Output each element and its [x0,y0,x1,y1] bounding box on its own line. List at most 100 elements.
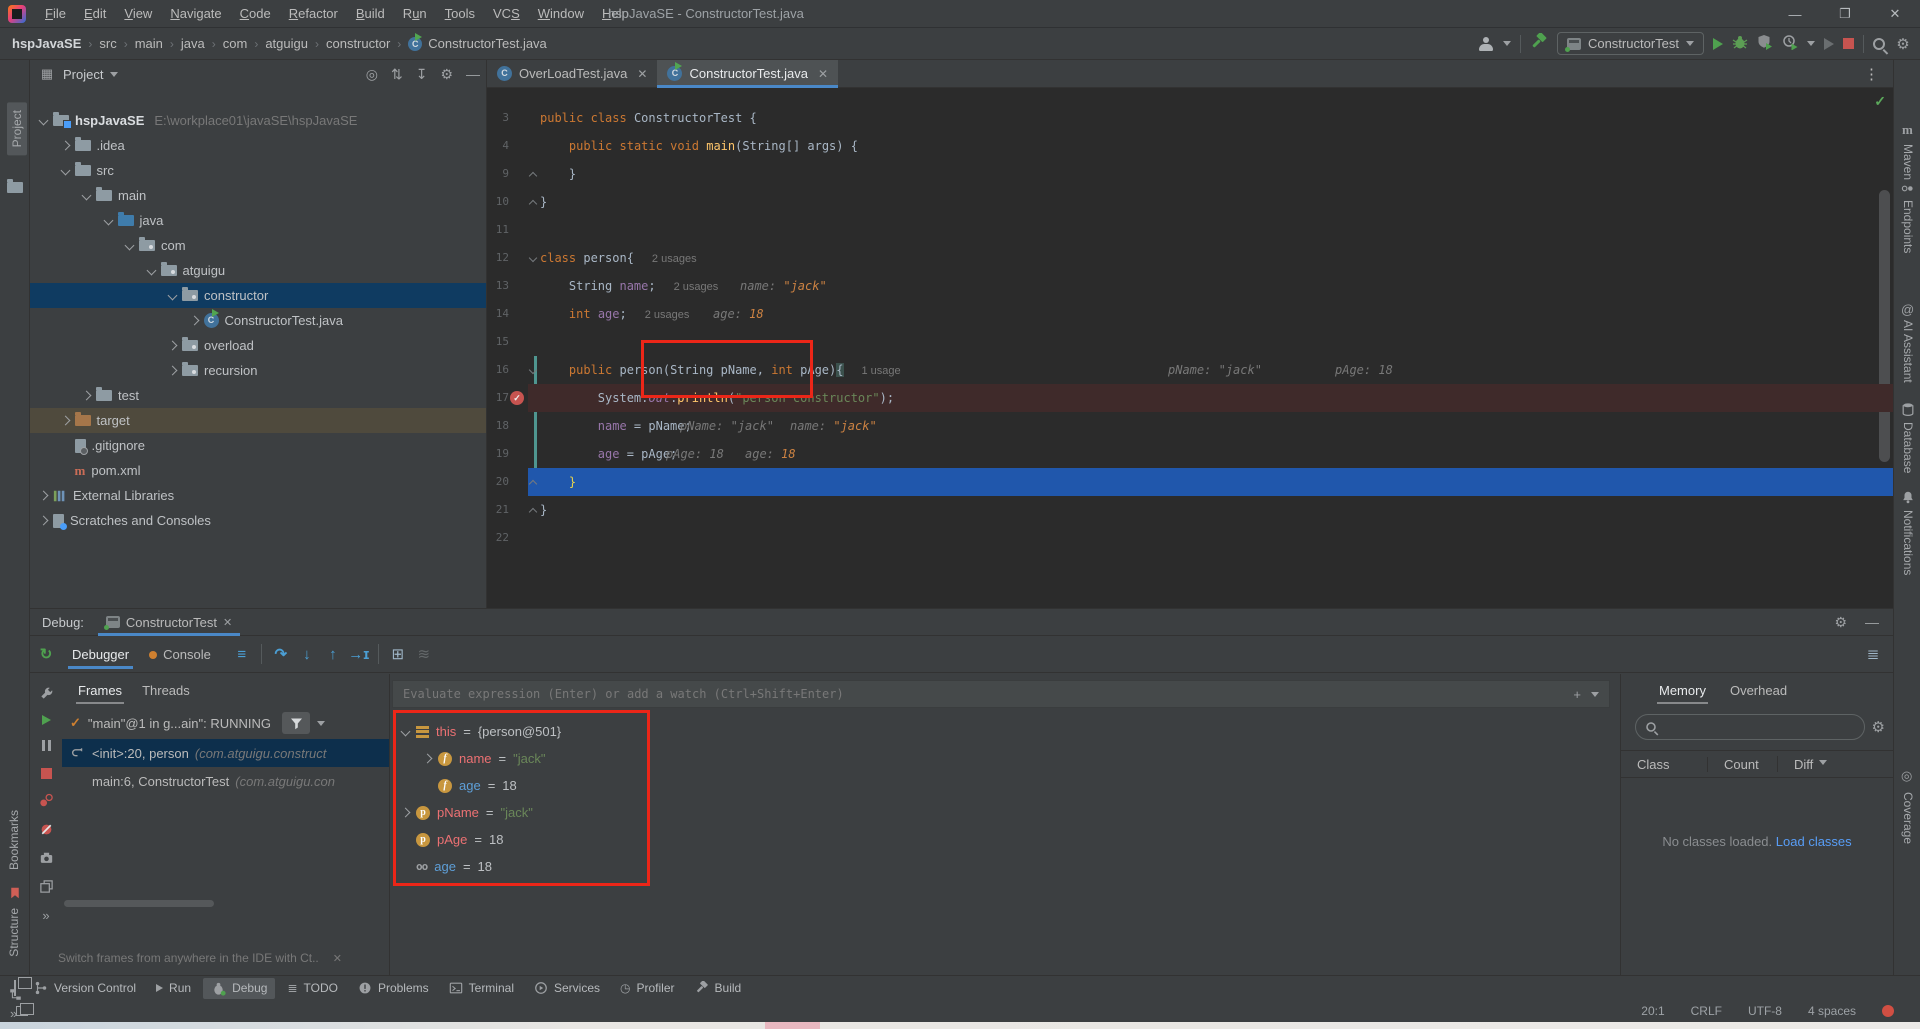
editor-tab-constructortest-java[interactable]: CConstructorTest.java✕ [657,60,838,87]
stripe-button-ai-assistant[interactable]: AI Assistant [1901,320,1915,383]
pause-program-icon[interactable] [42,739,51,754]
toolwindow-button-terminal[interactable]: Terminal [441,978,522,998]
indent-style[interactable]: 4 spaces [1808,1004,1856,1018]
rerun-icon[interactable]: ↻ [33,642,59,666]
stripe-button-endpoints[interactable]: Endpoints [1901,200,1915,253]
bookmark-icon[interactable] [9,886,21,900]
toolwindow-button-debug[interactable]: Debug [203,978,275,999]
breadcrumb-item[interactable]: com [223,36,248,51]
settings-gear-icon[interactable]: ⚙ [440,66,453,83]
close-icon[interactable]: ✕ [223,616,232,629]
chevron-down-icon[interactable] [110,72,118,81]
resume-program-icon[interactable] [42,715,51,725]
stop-button[interactable] [1843,38,1854,49]
breadcrumb-item[interactable]: hspJavaSE [12,36,81,51]
chevron-collapsed-icon[interactable] [168,341,178,351]
stack-frame-row[interactable]: main:6, ConstructorTest (com.atguigu.con [62,767,389,795]
stripe-button-project[interactable]: Project [7,102,27,155]
chevron-expanded-icon[interactable] [168,291,178,301]
close-icon[interactable]: ✕ [333,952,342,965]
line-number[interactable]: 12 [487,244,509,272]
fold-marker-icon[interactable] [529,172,537,180]
dump-threads-icon[interactable] [39,879,54,894]
stripe-button-maven[interactable]: Maven [1901,144,1915,180]
chevron-expanded-icon[interactable] [82,191,92,201]
line-number[interactable]: 14 [487,300,509,328]
menu-file[interactable]: File [36,1,75,26]
maximize-button[interactable]: ❐ [1820,0,1870,28]
chevron-down-icon[interactable] [1503,41,1511,50]
run-to-cursor-icon[interactable]: →ɪ [346,642,372,666]
step-into-icon[interactable]: ↓ [294,642,320,666]
layout-settings-icon[interactable]: ≣ [1867,642,1893,666]
menu-tools[interactable]: Tools [436,1,484,26]
memory-column-count[interactable]: Count [1707,757,1777,772]
breadcrumb-item[interactable]: atguigu [265,36,308,51]
breadcrumb-item[interactable]: src [99,36,116,51]
stop-process-icon[interactable] [41,768,52,779]
menu-view[interactable]: View [115,1,161,26]
menu-build[interactable]: Build [347,1,394,26]
line-separator[interactable]: CRLF [1691,1004,1722,1018]
evaluate-expression-icon[interactable]: ⊞ [385,642,411,666]
menu-refactor[interactable]: Refactor [280,1,347,26]
fold-marker-icon[interactable] [529,254,537,262]
memory-column-class[interactable]: Class [1621,757,1707,772]
settings-gear-icon[interactable]: ⚙ [1834,614,1847,631]
notifications-bell-icon[interactable] [1901,490,1915,504]
view-breakpoints-icon[interactable] [39,793,54,808]
debugger-settings-icon[interactable] [39,686,54,701]
chevron-collapsed-icon[interactable] [82,391,92,401]
menu-code[interactable]: Code [231,1,280,26]
hide-panel-icon[interactable]: — [1865,614,1879,631]
line-number[interactable]: 15 [487,328,509,356]
add-watch-icon[interactable]: + [1573,687,1581,702]
stripe-button-notifications[interactable]: Notifications [1901,510,1915,575]
menu-navigate[interactable]: Navigate [161,1,230,26]
tree-item-hspjavase[interactable]: hspJavaSEE:\workplace01\javaSE\hspJavaSE [30,108,486,133]
memory-column-diff[interactable]: Diff [1777,756,1857,772]
line-number[interactable]: 20 [487,468,509,496]
toolwindow-button-build[interactable]: Build [687,978,750,998]
chevron-expanded-icon[interactable] [146,266,156,276]
folder-icon[interactable] [7,182,23,193]
line-number[interactable]: 19 [487,440,509,468]
tree-item-scratches-and-consoles[interactable]: Scratches and Consoles [30,508,486,533]
line-number[interactable]: 3 [487,104,509,132]
file-encoding[interactable]: UTF-8 [1748,1004,1782,1018]
editor-tab-overloadtest-java[interactable]: COverLoadTest.java✕ [487,60,657,87]
tree-item-atguigu[interactable]: atguigu [30,258,486,283]
filter-funnel-icon[interactable] [282,712,310,734]
tree-item-constructor[interactable]: constructor [30,283,486,308]
endpoints-icon[interactable] [1901,182,1914,195]
breadcrumb-file[interactable]: ConstructorTest.java [428,36,547,51]
line-number[interactable]: 16 [487,356,509,384]
tab-overhead[interactable]: Overhead [1720,677,1797,704]
close-icon[interactable]: ✕ [637,67,647,81]
chevron-collapsed-icon[interactable] [60,416,70,426]
chevron-collapsed-icon[interactable] [189,316,199,326]
load-classes-link[interactable]: Load classes [1776,834,1852,849]
breakpoint-icon[interactable]: ✓ [510,391,524,405]
settings-gear-icon[interactable]: ⚙ [1894,35,1912,53]
profiler-button[interactable] [1782,34,1798,53]
chevron-down-icon[interactable] [317,721,325,730]
tree-item-pom-xml[interactable]: mpom.xml [30,458,486,483]
chevron-down-icon[interactable] [1807,41,1815,50]
step-out-icon[interactable]: ↑ [320,642,346,666]
line-number[interactable]: 21 [487,496,509,524]
tab-debugger[interactable]: Debugger [62,641,139,668]
tree-item-com[interactable]: com [30,233,486,258]
database-icon[interactable] [1901,402,1915,417]
tab-threads[interactable]: Threads [132,677,200,704]
stack-frame-row[interactable]: <init>:20, person (com.atguigu.construct [62,739,389,767]
usages-hint[interactable]: 2 usages [674,281,719,293]
ai-assistant-icon[interactable]: @ [1901,302,1914,317]
tree-item-main[interactable]: main [30,183,486,208]
step-over-icon[interactable]: ↷ [268,642,294,666]
breadcrumb-item[interactable]: constructor [326,36,390,51]
chevron-collapsed-icon[interactable] [39,516,49,526]
coverage-icon[interactable]: ◎ [1901,768,1912,784]
minimize-button[interactable]: — [1770,0,1820,28]
maven-icon[interactable]: m [1902,122,1913,137]
